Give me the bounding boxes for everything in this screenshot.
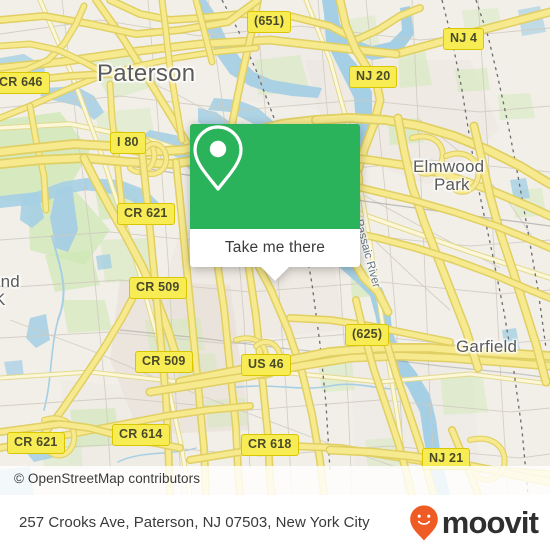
road-shield-cr509-south: CR 509: [135, 351, 193, 373]
popup-marker-panel: [190, 124, 360, 229]
road-shield-cr614: CR 614: [112, 424, 170, 446]
road-shield-cr646: CR 646: [0, 72, 50, 94]
place-label-paterson: Paterson: [97, 60, 196, 87]
map-pin-icon: [193, 125, 243, 191]
road-shield-625: (625): [345, 324, 390, 346]
road-shield-cr618: CR 618: [241, 434, 299, 456]
moovit-smiley-pin-icon: [409, 505, 438, 540]
place-label-clipped-left-1: and: [0, 272, 20, 291]
road-shield-i80: I 80: [110, 132, 146, 154]
address-text: 257 Crooks Ave, Paterson, NJ 07503, New …: [19, 514, 370, 531]
road-shield-nj20: NJ 20: [349, 66, 398, 88]
osm-attribution-bar: © OpenStreetMap contributors: [0, 466, 550, 495]
moovit-wordmark: moovit: [441, 505, 539, 540]
popup-action-bar[interactable]: Take me there: [190, 229, 360, 281]
popup-tail-arrow: [261, 267, 289, 281]
osm-attribution-text[interactable]: © OpenStreetMap contributors: [14, 471, 200, 486]
place-label-elmwood: Elmwood: [413, 157, 485, 176]
location-popup[interactable]: Take me there: [190, 124, 360, 281]
place-label-elmwood-park: Park: [434, 175, 470, 194]
road-shield-651: (651): [247, 11, 292, 33]
road-shield-us46: US 46: [241, 354, 291, 376]
place-label-clipped-left-2: K: [0, 290, 6, 310]
road-shield-cr621-south: CR 621: [7, 432, 65, 454]
take-me-there-label: Take me there: [224, 239, 326, 256]
map-canvas[interactable]: .w { fill:#a5cfe4; } .wl { stroke:#a5cfe…: [0, 0, 550, 495]
road-shield-nj4: NJ 4: [443, 28, 485, 50]
road-shield-cr621: CR 621: [117, 203, 175, 225]
moovit-brand[interactable]: moovit: [409, 504, 539, 542]
footer-bar: 257 Crooks Ave, Paterson, NJ 07503, New …: [0, 495, 550, 550]
place-label-garfield: Garfield: [456, 337, 518, 356]
map-screenshot: .w { fill:#a5cfe4; } .wl { stroke:#a5cfe…: [0, 0, 550, 550]
road-shield-cr509: CR 509: [129, 277, 187, 299]
